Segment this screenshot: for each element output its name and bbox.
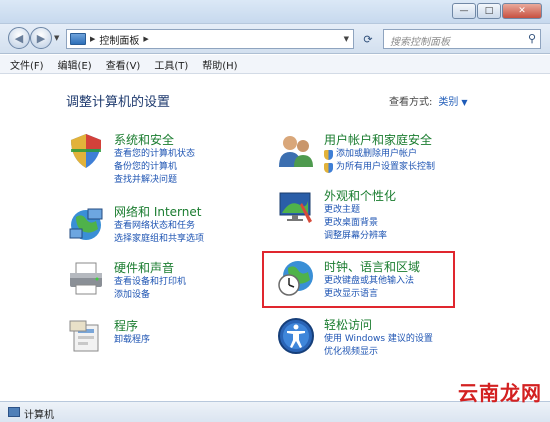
back-button[interactable]: ◀ (8, 27, 30, 49)
link-find-fix-problems[interactable]: 查找并解决问题 (114, 174, 195, 187)
category-links: 卸载程序 (114, 334, 150, 347)
menu-tools[interactable]: 工具(T) (154, 57, 188, 72)
chevron-down-icon: ▼ (343, 35, 349, 43)
highlight-annotation-box (262, 251, 455, 308)
menu-file[interactable]: 文件(F) (10, 57, 44, 72)
link-text: 为所有用户设置家长控制 (336, 162, 436, 172)
chevron-right-icon[interactable]: ▶ (143, 35, 148, 43)
category-links: 查看您的计算机状态 备份您的计算机 查找并解决问题 (114, 148, 195, 187)
category-title[interactable]: 外观和个性化 (324, 187, 396, 204)
category-links: 使用 Windows 建议的设置 优化视频显示 (324, 333, 433, 359)
chevron-right-icon[interactable]: ▶ (90, 35, 95, 43)
refresh-button[interactable]: ⟳ (358, 31, 378, 47)
chevron-down-icon: ▼ (54, 34, 60, 42)
category-links: 更改主题 更改桌面背景 调整屏幕分辨率 (324, 204, 387, 243)
control-panel-icon (70, 33, 86, 45)
address-bar[interactable]: ▶ 控制面板 ▶ ▼ (66, 29, 354, 49)
title-bar: — □ ✕ (0, 0, 550, 24)
users-icon[interactable] (276, 131, 316, 171)
category-links: 添加或删除用户帐户 为所有用户设置家长控制 (324, 148, 435, 174)
link-view-network-status[interactable]: 查看网络状态和任务 (114, 220, 204, 233)
link-change-theme[interactable]: 更改主题 (324, 204, 387, 217)
category-title[interactable]: 用户帐户和家庭安全 (324, 131, 432, 148)
status-text: 计算机 (24, 410, 54, 421)
chevron-down-icon[interactable]: ▼ (461, 98, 467, 107)
link-parental-controls[interactable]: 为所有用户设置家长控制 (324, 161, 435, 174)
link-uninstall-program[interactable]: 卸载程序 (114, 334, 150, 347)
uac-shield-icon (324, 149, 333, 160)
minimize-button[interactable]: — (452, 3, 476, 19)
link-adjust-resolution[interactable]: 调整屏幕分辨率 (324, 230, 387, 243)
menu-edit[interactable]: 编辑(E) (58, 57, 92, 72)
search-icon[interactable]: ⚲ (528, 32, 536, 45)
uac-shield-icon (324, 162, 333, 173)
search-input[interactable]: 搜索控制面板 ⚲ (383, 29, 541, 49)
link-text: 添加或删除用户帐户 (336, 149, 418, 159)
maximize-button[interactable]: □ (477, 3, 501, 19)
search-placeholder: 搜索控制面板 (390, 37, 450, 48)
link-add-device[interactable]: 添加设备 (114, 289, 186, 302)
arrow-left-icon: ◀ (14, 31, 24, 45)
shield-icon[interactable] (66, 131, 106, 171)
link-windows-recommended-settings[interactable]: 使用 Windows 建议的设置 (324, 333, 433, 346)
recent-pages-dropdown[interactable]: ▼ (54, 34, 59, 42)
link-add-remove-accounts[interactable]: 添加或删除用户帐户 (324, 148, 435, 161)
control-panel-content: 调整计算机的设置 查看方式: 类别 ▼ 系统和安全 查看您的计算机状态 备份您的计算… (0, 75, 550, 401)
arrow-right-icon: ▶ (36, 31, 46, 45)
network-icon[interactable] (66, 203, 106, 243)
address-toolbar: ◀ ▶ ▼ ▶ 控制面板 ▶ ▼ ⟳ 搜索控制面板 ⚲ (0, 24, 550, 54)
close-button[interactable]: ✕ (502, 3, 542, 19)
category-title[interactable]: 网络和 Internet (114, 203, 201, 220)
menu-bar: 文件(F) 编辑(E) 查看(V) 工具(T) 帮助(H) (0, 55, 550, 74)
menu-help[interactable]: 帮助(H) (202, 57, 237, 72)
address-dropdown[interactable]: ▼ (344, 35, 349, 43)
link-devices-printers[interactable]: 查看设备和打印机 (114, 276, 186, 289)
refresh-icon: ⟳ (363, 32, 373, 46)
category-title[interactable]: 硬件和声音 (114, 259, 174, 276)
category-title[interactable]: 系统和安全 (114, 131, 174, 148)
view-by-selector[interactable]: 类别 (438, 97, 458, 108)
watermark: 云南龙网 (458, 381, 542, 405)
view-by-label: 查看方式: (389, 97, 433, 108)
category-title[interactable]: 轻松访问 (324, 316, 372, 333)
link-homegroup-sharing[interactable]: 选择家庭组和共享选项 (114, 233, 204, 246)
breadcrumb-control-panel[interactable]: 控制面板 (99, 32, 139, 47)
page-title: 调整计算机的设置 (66, 95, 171, 110)
category-title[interactable]: 程序 (114, 317, 138, 334)
menu-view[interactable]: 查看(V) (106, 57, 141, 72)
forward-button[interactable]: ▶ (30, 27, 52, 49)
window-controls: — □ ✕ (451, 3, 542, 19)
link-change-background[interactable]: 更改桌面背景 (324, 217, 387, 230)
view-by: 查看方式: 类别 ▼ (389, 93, 468, 108)
category-links: 查看网络状态和任务 选择家庭组和共享选项 (114, 220, 204, 246)
ease-of-access-icon[interactable] (276, 316, 316, 356)
computer-icon (8, 407, 20, 417)
category-links: 查看设备和打印机 添加设备 (114, 276, 186, 302)
link-optimize-visual-display[interactable]: 优化视频显示 (324, 346, 433, 359)
programs-icon[interactable] (66, 317, 106, 357)
link-backup-computer[interactable]: 备份您的计算机 (114, 161, 195, 174)
printer-icon[interactable] (66, 259, 106, 299)
appearance-icon[interactable] (276, 187, 316, 227)
link-view-computer-status[interactable]: 查看您的计算机状态 (114, 148, 195, 161)
